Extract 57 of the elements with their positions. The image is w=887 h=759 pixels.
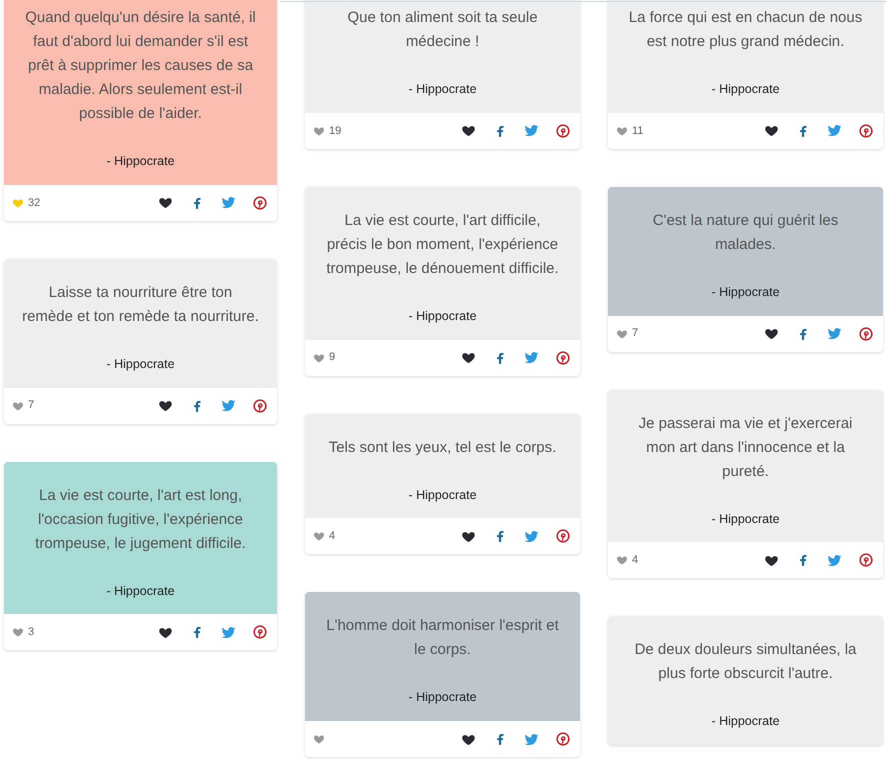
twitter-icon[interactable]: [827, 552, 842, 568]
quote-text: Tels sont les yeux, tel est le corps.: [328, 438, 556, 458]
pinterest-icon[interactable]: [859, 326, 873, 340]
quote-text: Que ton aliment soit ta seule médecine !: [346, 8, 539, 52]
heart-icon[interactable]: [764, 326, 779, 341]
quote-text: La force qui est en chacun de nous est notre plus grand médecin.: [628, 8, 864, 52]
quote-text: La vie est courte, l'art difficile, précis le bon moment, l'expérience trompeuse, le dénouement difficile.: [325, 210, 560, 279]
heart-icon[interactable]: [461, 350, 476, 365]
quote-author: - Hippocrate: [106, 582, 175, 600]
heart-icon[interactable]: [158, 195, 173, 210]
pinterest-icon[interactable]: [556, 124, 570, 138]
quote-text: Quand quelqu'un désire la santé, il faut d'abord lui demander s'il est prêt à supprimer les causes de sa maladie. Alors seulement est-il possible de l'aider.: [24, 8, 257, 124]
twitter-icon[interactable]: [524, 732, 539, 746]
heart-icon[interactable]: [764, 123, 779, 138]
quote-author: - Hippocrate: [408, 689, 477, 706]
twitter-icon[interactable]: [827, 123, 842, 138]
twitter-icon[interactable]: [221, 195, 236, 210]
quote-author: - Hippocrate: [408, 486, 477, 504]
pinterest-icon[interactable]: [253, 398, 267, 412]
quote-author: - Hippocrate: [711, 81, 780, 98]
heart-icon[interactable]: [158, 398, 173, 413]
pinterest-icon[interactable]: [859, 124, 873, 138]
pinterest-icon[interactable]: [253, 625, 267, 640]
like-count: 32: [28, 196, 40, 210]
quote-text: Laisse ta nourriture être ton remède et ton remède ta nourriture.: [22, 282, 259, 327]
like-count: 11: [632, 124, 644, 138]
like-count: 7: [632, 326, 638, 342]
twitter-icon[interactable]: [524, 350, 539, 365]
pinterest-icon[interactable]: [859, 553, 873, 568]
twitter-icon[interactable]: [524, 123, 539, 138]
twitter-icon[interactable]: [524, 528, 539, 544]
pinterest-icon[interactable]: [556, 350, 570, 364]
quote-text: La vie est courte, l'art est long, l'occasion fugitive, l'expérience trompeuse, le jugement difficile.: [34, 486, 247, 554]
twitter-icon[interactable]: [221, 624, 236, 640]
pinterest-icon[interactable]: [556, 732, 570, 746]
heart-icon[interactable]: [461, 123, 476, 138]
pinterest-icon[interactable]: [556, 529, 570, 544]
pinterest-icon[interactable]: [253, 196, 267, 210]
quote-author: - Hippocrate: [106, 153, 175, 170]
quote-text: Je passerai ma vie et j'exercerai mon art dans l'innocence et la pureté.: [638, 414, 854, 482]
quote-author: - Hippocrate: [408, 81, 477, 98]
quote-author: - Hippocrate: [106, 356, 175, 373]
like-count: 4: [329, 529, 336, 544]
like-count: 7: [28, 398, 34, 414]
quote-text: C'est la nature qui guérit les malades.: [652, 210, 840, 255]
quote-author: - Hippocrate: [711, 713, 780, 730]
twitter-icon[interactable]: [221, 398, 236, 413]
like-count: 9: [329, 350, 336, 366]
quote-author: - Hippocrate: [711, 510, 780, 528]
quote-author: - Hippocrate: [711, 284, 780, 301]
like-count: 3: [28, 625, 34, 640]
like-count: 19: [329, 124, 342, 138]
twitter-icon[interactable]: [827, 326, 842, 341]
quote-text: De deux douleurs simultanées, la plus forte obscurcit l'autre.: [634, 640, 858, 684]
quote-text: L'homme doit harmoniser l'esprit et le corps.: [325, 616, 560, 660]
like-count: 4: [632, 553, 638, 568]
quote-author: - Hippocrate: [408, 308, 477, 325]
